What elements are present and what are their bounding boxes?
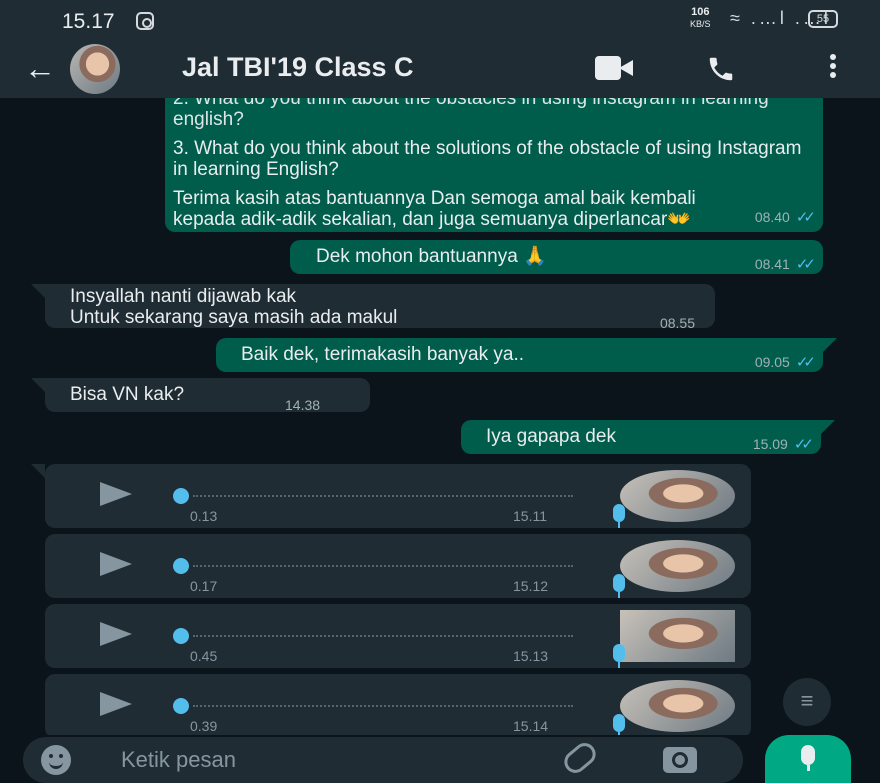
voice-time: 15.13 (513, 648, 549, 664)
message-list[interactable]: 2. What do you think about the obstacles… (0, 98, 880, 735)
voice-duration: 0.13 (190, 508, 218, 524)
message-outgoing[interactable]: Iya gapapa dek 15.09 ✓✓ (461, 420, 835, 455)
message-text: Terima kasih atas bantuannya Dan semoga … (173, 188, 696, 230)
instagram-notification-icon (136, 12, 154, 30)
scroll-to-bottom-icon[interactable]: ≡ (783, 678, 831, 726)
message-meta: 15.09 ✓✓ (752, 433, 814, 455)
read-ticks-icon: ✓✓ (795, 354, 816, 371)
message-time: 09.05 (754, 354, 790, 370)
voice-time: 15.12 (513, 578, 549, 594)
message-meta: 08.41 ✓✓ (754, 253, 816, 275)
arrow-left-icon[interactable]: ← (24, 50, 64, 90)
sender-avatar (620, 540, 735, 592)
message-meta: 08.55 (660, 312, 695, 334)
play-icon[interactable] (100, 692, 132, 716)
voice-duration: 0.45 (190, 648, 218, 664)
audio-waveform[interactable] (193, 705, 573, 707)
more-vertical-icon[interactable] (828, 54, 838, 84)
message-incoming[interactable]: Insyallah nanti dijawab kak Untuk sekara… (31, 284, 715, 331)
voice-duration: 0.39 (190, 718, 218, 734)
message-text: 2. What do you think about the obstacles… (173, 98, 769, 130)
audio-waveform[interactable] (193, 635, 573, 637)
message-outgoing[interactable]: 2. What do you think about the obstacles… (165, 98, 823, 232)
message-meta: 09.05 ✓✓ (754, 351, 816, 373)
emoji-icon[interactable] (41, 745, 71, 775)
microphone-icon (613, 574, 625, 598)
message-incoming[interactable]: Bisa VN kak? 14.38 (31, 378, 370, 413)
message-text: Dek mohon bantuannya 🙏 (316, 246, 547, 267)
voice-time: 15.11 (513, 508, 547, 524)
message-outgoing[interactable]: Baik dek, terimakasih banyak ya.. 09.05 ✓… (216, 338, 837, 373)
message-time: 08.40 (754, 209, 790, 225)
message-input[interactable] (121, 743, 521, 777)
read-ticks-icon: ✓✓ (795, 256, 816, 273)
message-time: 08.55 (659, 315, 695, 331)
microphone-icon (613, 714, 625, 735)
camera-icon[interactable] (663, 747, 697, 773)
play-icon[interactable] (100, 552, 132, 576)
play-icon[interactable] (100, 482, 132, 506)
battery-icon: 55 (808, 10, 838, 28)
play-icon[interactable] (100, 622, 132, 646)
sender-avatar (620, 610, 735, 662)
voice-record-button[interactable] (765, 735, 851, 783)
message-meta: 08.40 ✓✓ (754, 206, 816, 228)
voice-note[interactable]: 0.13 15.11 (31, 464, 751, 528)
microphone-icon (613, 644, 625, 668)
network-speed-value: 106 (691, 6, 710, 18)
read-ticks-icon: ✓✓ (795, 209, 816, 226)
read-ticks-icon: ✓✓ (793, 436, 814, 453)
network-speed-unit: KB/S (690, 19, 711, 29)
audio-waveform[interactable] (193, 565, 573, 567)
message-text: Baik dek, terimakasih banyak ya.. (241, 344, 525, 365)
voice-note[interactable]: 0.45 15.13 (45, 604, 751, 668)
audio-scrubber-handle[interactable] (173, 698, 189, 714)
audio-scrubber-handle[interactable] (173, 628, 189, 644)
voice-note[interactable]: 0.17 15.12 (45, 534, 751, 598)
message-meta: 14.38 (285, 394, 320, 416)
message-time: 14.38 (285, 397, 321, 413)
microphone-icon (613, 504, 625, 528)
status-bar: 15.17 106 KB/S ≈ .…l .…l 55 (0, 0, 880, 40)
voice-note[interactable]: 0.39 15.14 (45, 674, 751, 735)
microphone-icon (801, 745, 815, 771)
paperclip-icon[interactable] (559, 738, 601, 778)
message-text: Untuk sekarang saya masih ada makul (70, 307, 398, 328)
message-outgoing[interactable]: Dek mohon bantuannya 🙏 08.41 ✓✓ (290, 240, 823, 274)
status-time: 15.17 (62, 10, 115, 33)
video-call-icon[interactable] (595, 56, 637, 80)
voice-duration: 0.17 (190, 578, 218, 594)
message-text: Insyallah nanti dijawab kak (70, 286, 297, 307)
message-time: 15.09 (752, 436, 788, 452)
message-time: 08.41 (754, 256, 790, 272)
network-speed: 106 KB/S (690, 6, 711, 30)
audio-scrubber-handle[interactable] (173, 488, 189, 504)
message-composer (23, 737, 743, 783)
audio-waveform[interactable] (193, 495, 573, 497)
message-text: 3. What do you think about the solutions… (173, 138, 802, 180)
phone-icon[interactable] (706, 54, 736, 84)
message-text: Bisa VN kak? (70, 384, 185, 405)
contact-avatar[interactable] (70, 44, 120, 94)
sender-avatar (620, 470, 735, 522)
audio-scrubber-handle[interactable] (173, 558, 189, 574)
chat-header: ← Jal TBI'19 Class C (0, 40, 880, 98)
voice-time: 15.14 (513, 718, 549, 734)
sender-avatar (620, 680, 735, 732)
chat-title[interactable]: Jal TBI'19 Class C (182, 52, 414, 83)
message-text: Iya gapapa dek (486, 426, 616, 447)
